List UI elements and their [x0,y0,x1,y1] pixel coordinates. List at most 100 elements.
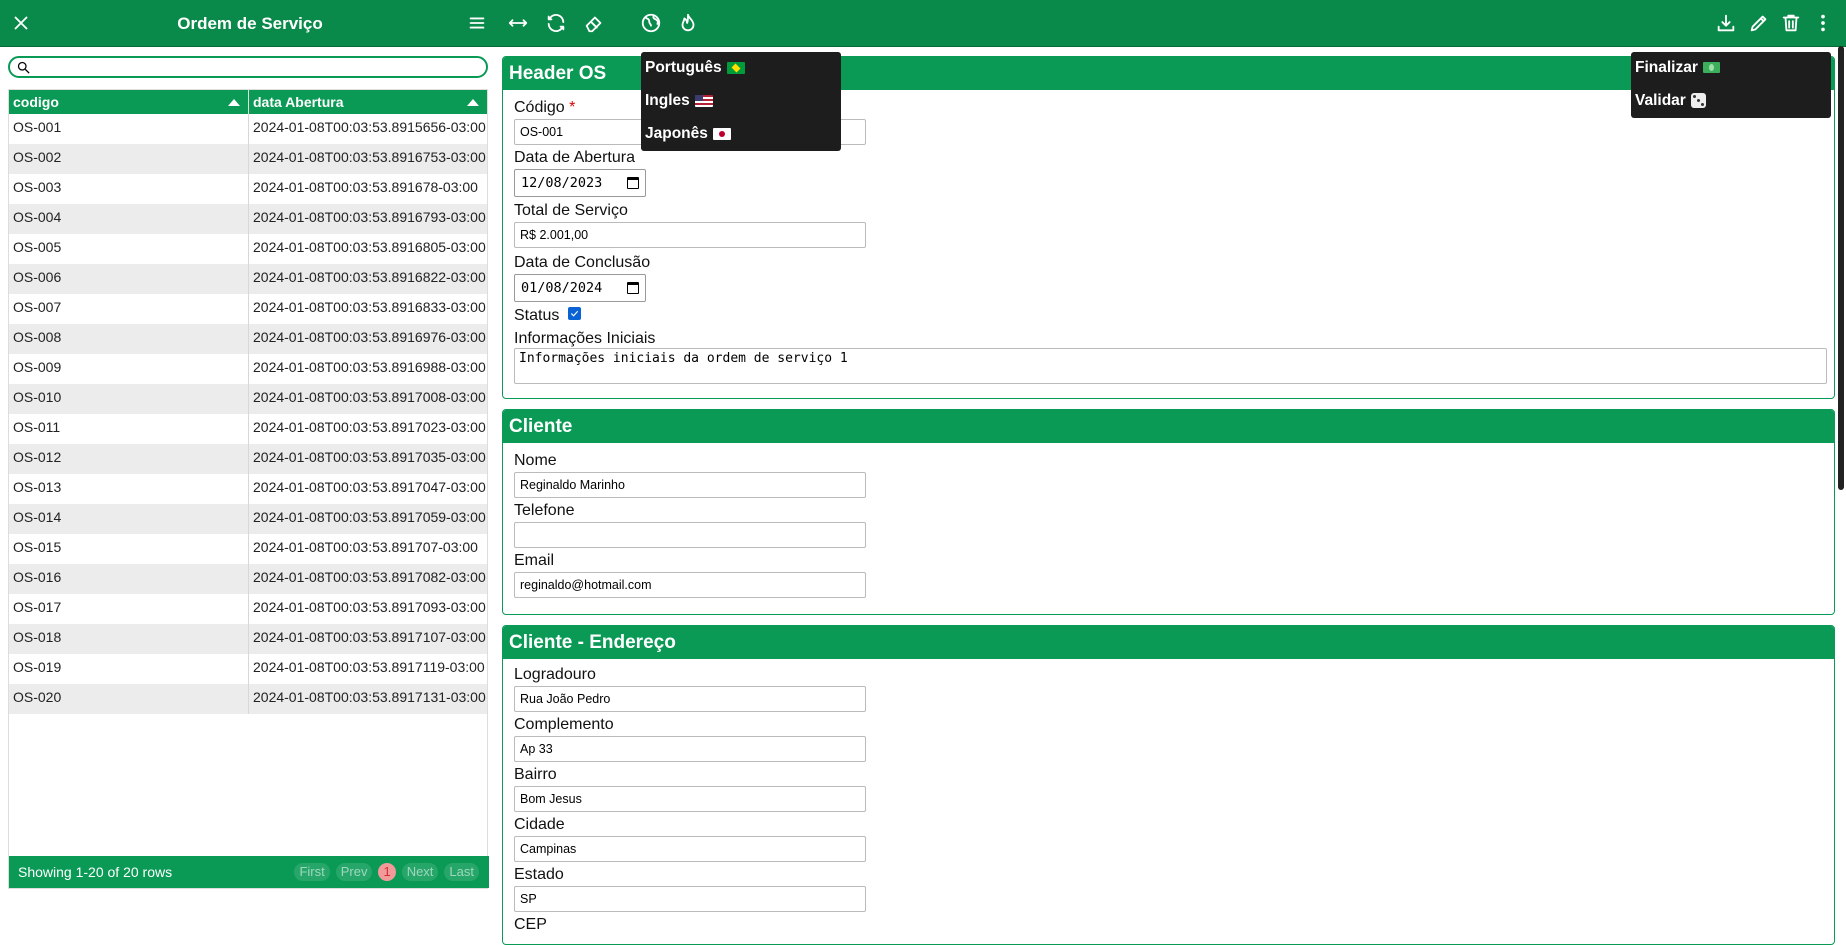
scrollbar[interactable] [1838,46,1844,490]
table-row[interactable]: OS-013 2024-01-08T00:03:53.8917047-03:00 [9,474,487,504]
date-value: 01/08/2024 [521,280,603,296]
expand-horizontal-icon[interactable] [503,8,533,38]
first-page-button[interactable]: First [294,863,330,881]
table-row[interactable]: OS-008 2024-01-08T00:03:53.8916976-03:00 [9,324,487,354]
table-row[interactable]: OS-010 2024-01-08T00:03:53.8917008-03:00 [9,384,487,414]
next-page-button[interactable]: Next [401,863,439,881]
informacoes-iniciais-textarea[interactable]: Informações iniciais da ordem de serviço… [514,348,1827,384]
table-row[interactable]: OS-015 2024-01-08T00:03:53.891707-03:00 [9,534,487,564]
toolbar: Ordem de Serviço [0,0,1846,47]
finalizar-menu-item[interactable]: Finalizar [1635,54,1720,82]
refresh-icon[interactable] [541,8,571,38]
table-row[interactable]: OS-005 2024-01-08T00:03:53.8916805-03:00 [9,234,487,264]
table-row[interactable]: OS-003 2024-01-08T00:03:53.891678-03:00 [9,174,487,204]
download-icon[interactable] [1711,8,1741,38]
trash-icon[interactable] [1776,8,1806,38]
globe-icon[interactable] [636,8,666,38]
cell-codigo: OS-020 [9,684,249,714]
data-conclusao-input[interactable]: 01/08/2024 [514,274,646,302]
table-row[interactable]: OS-017 2024-01-08T00:03:53.8917093-03:00 [9,594,487,624]
table-row[interactable]: OS-011 2024-01-08T00:03:53.8917023-03:00 [9,414,487,444]
nome-input[interactable]: Reginaldo Marinho [514,472,866,498]
cell-data-abertura: 2024-01-08T00:03:53.8917023-03:00 [253,419,486,435]
table-row[interactable]: OS-007 2024-01-08T00:03:53.8916833-03:00 [9,294,487,324]
table-row[interactable]: OS-002 2024-01-08T00:03:53.8916753-03:00 [9,144,487,174]
sort-asc-icon[interactable] [228,99,240,106]
endereco-panel: Cliente - Endereço Logradouro Rua João P… [502,625,1835,945]
bairro-input[interactable]: Bom Jesus [514,786,866,812]
table-row[interactable]: OS-016 2024-01-08T00:03:53.8917082-03:00 [9,564,487,594]
telefone-label: Telefone [514,502,575,519]
pagination: First Prev 1 Next Last [294,863,479,881]
table-row[interactable]: OS-014 2024-01-08T00:03:53.8917059-03:00 [9,504,487,534]
die-icon [1690,93,1706,109]
calendar-icon[interactable] [627,282,639,294]
menu-item-label: Validar [1635,92,1686,109]
required-mark: * [569,99,576,116]
last-page-button[interactable]: Last [444,863,479,881]
cell-codigo: OS-003 [9,174,249,204]
cell-data-abertura: 2024-01-08T00:03:53.8916988-03:00 [253,359,486,375]
table-row[interactable]: OS-012 2024-01-08T00:03:53.8917035-03:00 [9,444,487,474]
search-input[interactable] [34,59,474,75]
search-box[interactable] [8,56,488,78]
menu-item-label: Finalizar [1635,59,1698,76]
close-icon[interactable] [6,8,36,38]
current-page-button[interactable]: 1 [378,863,396,881]
edit-icon[interactable] [1744,8,1774,38]
codigo-label: Código * [514,99,576,116]
flame-icon[interactable] [673,8,703,38]
data-abertura-input[interactable]: 12/08/2023 [514,169,646,197]
calendar-icon[interactable] [627,177,639,189]
form-area: Header OS Código * OS-001 Data de Abertu… [502,56,1835,945]
eraser-icon[interactable] [579,8,609,38]
list-panel: codigo data Abertura OS-001 2024-01-08T00… [8,56,489,922]
menu-icon[interactable] [462,8,492,38]
language-item-japones[interactable]: Japonês [645,120,731,148]
cell-codigo: OS-001 [9,114,249,144]
table-row[interactable]: OS-006 2024-01-08T00:03:53.8916822-03:00 [9,264,487,294]
cell-data-abertura: 2024-01-08T00:03:53.8917107-03:00 [253,629,486,645]
table-row[interactable]: OS-004 2024-01-08T00:03:53.8916793-03:00 [9,204,487,234]
complemento-label: Complemento [514,716,614,733]
app-title: Ordem de Serviço [177,14,323,33]
cell-data-abertura: 2024-01-08T00:03:53.8917119-03:00 [253,659,485,675]
estado-input[interactable]: SP [514,886,866,912]
table-row[interactable]: OS-018 2024-01-08T00:03:53.8917107-03:00 [9,624,487,654]
language-item-portugues[interactable]: Português [645,54,745,82]
language-item-ingles[interactable]: Ingles [645,87,713,115]
cell-codigo: OS-004 [9,204,249,234]
cell-codigo: OS-019 [9,654,249,684]
more-vertical-icon[interactable] [1808,8,1838,38]
column-header-codigo[interactable]: codigo [9,90,249,114]
language-menu: Português Ingles Japonês [641,52,841,151]
data-conclusao-label: Data de Conclusão [514,254,651,271]
status-checkbox[interactable] [568,307,581,320]
sort-asc-icon[interactable] [467,99,479,106]
logradouro-input[interactable]: Rua João Pedro [514,686,866,712]
cell-data-abertura: 2024-01-08T00:03:53.8917008-03:00 [253,389,486,405]
table-row[interactable]: OS-009 2024-01-08T00:03:53.8916988-03:00 [9,354,487,384]
data-abertura-label: Data de Abertura [514,149,635,166]
money-icon [1702,62,1720,74]
cell-data-abertura: 2024-01-08T00:03:53.8917131-03:00 [253,689,486,705]
cell-codigo: OS-008 [9,324,249,354]
prev-page-button[interactable]: Prev [335,863,373,881]
cliente-panel: Cliente Nome Reginaldo Marinho Telefone … [502,409,1835,615]
panel-title: Cliente - Endereço [503,626,1834,659]
cell-codigo: OS-013 [9,474,249,504]
cell-data-abertura: 2024-01-08T00:03:53.8916976-03:00 [253,329,486,345]
cidade-input[interactable]: Campinas [514,836,866,862]
column-header-data-abertura[interactable]: data Abertura [249,90,487,114]
grid-footer: Showing 1-20 of 20 rows First Prev 1 Nex… [9,856,489,888]
email-input[interactable]: reginaldo@hotmail.com [514,572,866,598]
table-row[interactable]: OS-020 2024-01-08T00:03:53.8917131-03:00 [9,684,487,714]
table-row[interactable]: OS-001 2024-01-08T00:03:53.8915656-03:00 [9,114,487,144]
total-servico-input[interactable]: R$ 2.001,00 [514,222,866,248]
complemento-input[interactable]: Ap 33 [514,736,866,762]
telefone-input[interactable] [514,522,866,548]
cell-data-abertura: 2024-01-08T00:03:53.8916753-03:00 [253,149,486,165]
cell-data-abertura: 2024-01-08T00:03:53.8917035-03:00 [253,449,486,465]
table-row[interactable]: OS-019 2024-01-08T00:03:53.8917119-03:00 [9,654,487,684]
validar-menu-item[interactable]: Validar [1635,87,1706,115]
